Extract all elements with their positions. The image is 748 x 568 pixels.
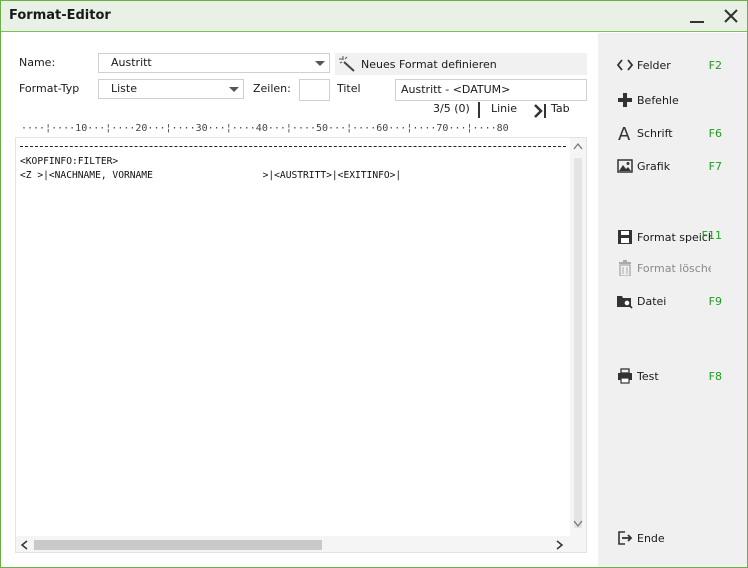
new-format-button[interactable]: Neues Format definieren [335,53,587,75]
font-button[interactable]: A Schrift F6 [616,123,740,143]
graphic-button[interactable]: Grafik F7 [616,156,740,176]
code-brackets-icon [616,56,634,74]
test-label: Test [637,369,659,383]
commands-label: Befehle [637,93,679,107]
rows-input[interactable] [299,79,330,101]
chevron-up-icon [573,142,583,150]
file-shortcut: F9 [708,294,722,308]
fields-shortcut: F2 [708,58,722,72]
plus-icon [616,91,634,109]
font-shortcut: F6 [708,126,722,140]
chevron-down-icon [229,87,239,92]
cursor-position: 3/5 (0) [433,102,470,115]
window-title: Format-Editor [9,8,111,23]
close-icon [724,9,738,23]
trash-icon [616,259,634,277]
commands-button[interactable]: Befehle [616,90,740,110]
editor-panel: Name: Austritt Neues Format definieren F… [1,33,597,567]
file-label: Datei [637,294,667,308]
name-combo[interactable]: Austritt [98,53,330,73]
format-type-combo[interactable]: Liste [98,79,244,99]
horizontal-scrollbar[interactable] [16,536,570,552]
minimize-icon [690,21,704,23]
end-label: Ende [637,531,665,545]
editor-line: <Z >|<NACHNAME, VORNAME >|<AUSTRITT>|<EX… [20,170,402,181]
fields-button[interactable]: Felder F2 [616,55,740,75]
format-text-editor[interactable]: <KOPFINFO:FILTER> <Z >|<NACHNAME, VORNAM… [15,137,587,553]
save-format-button[interactable]: Format speichern F11 [616,223,740,251]
save-icon [616,228,634,246]
end-button[interactable]: Ende [616,528,740,548]
delete-format-button[interactable]: Format löschen [616,255,740,281]
exit-icon [616,529,634,547]
magic-wand-icon [339,56,355,72]
chevron-right-icon [556,540,564,550]
test-button[interactable]: Test F8 [616,366,740,386]
title-input[interactable]: Austritt - <DATUM> [395,79,587,101]
svg-text:A: A [618,124,631,142]
format-type-label: Format-Typ [19,82,80,95]
separator-line [20,142,566,150]
image-icon [616,157,634,175]
rows-label: Zeilen: [253,82,291,95]
vertical-scrollbar[interactable] [570,138,586,552]
tab-icon [533,103,549,119]
font-a-icon: A [616,124,634,142]
delete-format-label: Format löschen [637,261,711,275]
test-shortcut: F8 [708,369,722,383]
name-label: Name: [19,56,56,69]
column-ruler: ····¦····10···¦····20···¦····30···¦····4… [21,123,509,134]
new-format-label: Neues Format definieren [361,57,497,71]
graphic-shortcut: F7 [708,159,722,173]
format-type-value: Liste [111,82,137,95]
minimize-button[interactable] [685,5,709,27]
chevron-down-icon [315,61,325,66]
printer-icon [616,367,634,385]
action-sidebar: Felder F2 Befehle A Schrift F6 Grafik F7… [598,33,747,567]
horizontal-scroll-thumb[interactable] [34,540,322,550]
name-value: Austritt [111,56,152,69]
folder-search-icon [616,292,634,310]
title-bar: Format-Editor [1,1,747,32]
save-format-label: Format speichern [637,230,711,244]
graphic-label: Grafik [637,159,671,173]
line-divider-icon [478,102,480,118]
fields-label: Felder [637,58,671,72]
file-button[interactable]: Datei F9 [616,291,740,311]
chevron-down-icon [573,520,583,528]
close-button[interactable] [719,5,743,27]
tab-button[interactable]: Tab [551,102,570,115]
line-button[interactable]: Linie [491,102,517,115]
chevron-left-icon [20,540,28,550]
save-format-shortcut: F11 [701,229,722,242]
format-editor-window: Format-Editor Name: Austritt Neues Forma… [0,0,748,568]
title-label: Titel [337,82,361,95]
font-label: Schrift [637,126,673,140]
editor-line: <KOPFINFO:FILTER> [20,156,119,167]
vertical-scroll-track [574,158,582,528]
